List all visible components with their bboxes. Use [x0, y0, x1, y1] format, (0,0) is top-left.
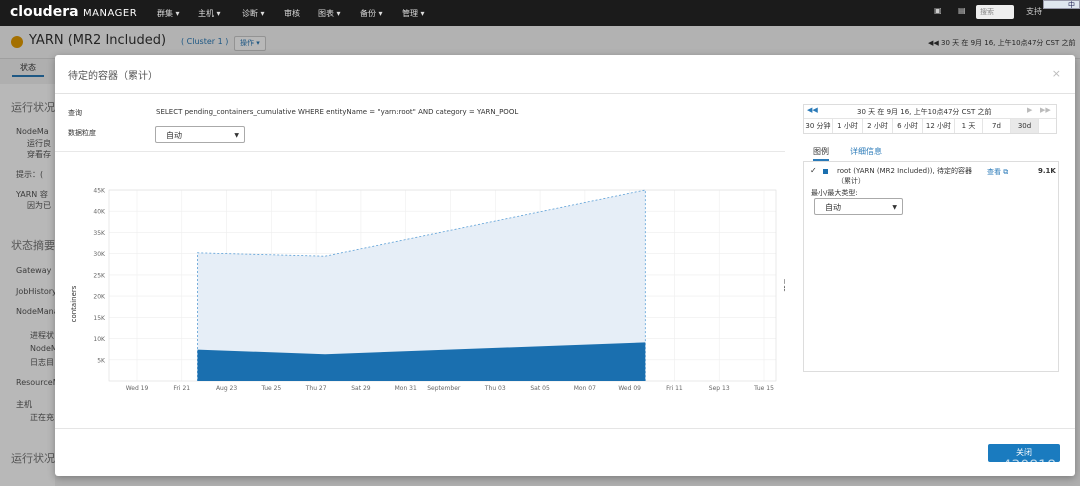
- view-link[interactable]: 查看 ⧉: [987, 167, 1008, 177]
- legend-tabs: 图例 详细信息: [803, 143, 1059, 162]
- x-tick-label: Aug 23: [216, 385, 237, 392]
- next-range-icon[interactable]: ▶: [1027, 106, 1032, 114]
- tasks-icon[interactable]: ▤: [958, 6, 966, 15]
- cloudera-logo[interactable]: cloudera MANAGER: [10, 4, 137, 20]
- y-axis-ticks: 45K 40K 35K 30K 25K 20K 15K 10K 5K: [93, 188, 106, 365]
- support-menu[interactable]: 支持: [1026, 6, 1042, 17]
- range-12h[interactable]: 12 小时: [923, 119, 955, 133]
- range-1d[interactable]: 1 天: [955, 119, 983, 133]
- x-tick-label: Sat 05: [530, 385, 550, 392]
- x-tick-label: Thu 27: [305, 385, 327, 392]
- granularity-select[interactable]: 自动 ▼: [155, 126, 245, 143]
- time-navigator: ◀◀ 30 天 在 9月 16, 上午10点47分 CST 之前 ▶ ▶▶ 30…: [803, 104, 1057, 134]
- y-tick-label: 25K: [93, 272, 106, 279]
- y-tick-label: 10K: [93, 336, 106, 343]
- range-2h[interactable]: 2 小时: [863, 119, 893, 133]
- tab-legend[interactable]: 图例: [813, 146, 829, 161]
- modal-title: 待定的容器（累计）: [68, 71, 158, 82]
- nav-hosts[interactable]: 主机 ▾: [198, 8, 221, 19]
- chevron-down-icon: ▼: [892, 204, 897, 211]
- time-range-buttons: 30 分钟 1 小时 2 小时 6 小时 12 小时 1 天 7d 30d: [804, 119, 1056, 133]
- nav-charts[interactable]: 图表 ▾: [318, 8, 341, 19]
- nav-diagnostics[interactable]: 诊断 ▾: [242, 8, 265, 19]
- minmax-label: 最小/最大类型:: [811, 189, 858, 197]
- footer-divider: [55, 428, 1075, 429]
- prev-range-icon[interactable]: ◀◀: [807, 106, 818, 114]
- x-tick-label: Mon 07: [574, 385, 596, 392]
- nav-admin[interactable]: 管理 ▾: [402, 8, 425, 19]
- query-label: 查询: [68, 109, 82, 117]
- range-1h[interactable]: 1 小时: [833, 119, 863, 133]
- minmax-select[interactable]: 自动 ▼: [814, 198, 903, 215]
- y-tick-label: 35K: [93, 230, 106, 237]
- briefcase-icon[interactable]: ▣: [934, 6, 942, 15]
- ime-indicator: 中: [1043, 0, 1080, 9]
- x-tick-label: Fri 11: [666, 385, 683, 392]
- pending-containers-chart: 45K 40K 35K 30K 25K 20K 15K 10K 5K Wed 19 Fri 21 A…: [70, 188, 785, 393]
- y-tick-label: 5K: [97, 357, 106, 364]
- y-tick-label: 30K: [93, 251, 106, 258]
- legend-panel: ✓ root (YARN (MR2 Included)), 待定的容器（累计） …: [803, 161, 1059, 372]
- x-tick-label: September: [427, 385, 461, 392]
- checkmark-icon[interactable]: ✓: [810, 166, 817, 175]
- series-swatch: [823, 169, 828, 174]
- nav-clusters[interactable]: 群集 ▾: [157, 8, 180, 19]
- y-tick-label: 15K: [93, 315, 106, 322]
- chevron-down-icon: ▼: [234, 132, 239, 139]
- query-text: SELECT pending_containers_cumulative WHE…: [156, 108, 519, 116]
- time-navigator-label: 30 天 在 9月 16, 上午10点47分 CST 之前: [857, 108, 992, 116]
- search-input[interactable]: 搜索: [976, 5, 1014, 19]
- x-tick-label: Tue 15: [753, 385, 774, 392]
- series-name: root (YARN (MR2 Included)), 待定的容器（累计）: [837, 167, 972, 185]
- close-icon[interactable]: ×: [1052, 67, 1061, 80]
- x-tick-label: Mon 31: [395, 385, 417, 392]
- x-tick-label: Tue 25: [260, 385, 281, 392]
- top-nav-bar: cloudera MANAGER 群集 ▾ 主机 ▾ 诊断 ▾ 审核 图表 ▾ …: [0, 0, 1080, 26]
- modal-header: 待定的容器（累计） ×: [55, 55, 1075, 94]
- range-30d[interactable]: 30d: [1011, 119, 1039, 133]
- latest-range-icon[interactable]: ▶▶: [1040, 106, 1051, 114]
- chart-modal: 待定的容器（累计） × 查询 SELECT pending_containers…: [55, 55, 1075, 476]
- x-axis-ticks: Wed 19 Fri 21 Aug 23 Tue 25 Thu 27 Sat 29 Mon …: [126, 385, 774, 392]
- range-30m[interactable]: 30 分钟: [804, 119, 833, 133]
- granularity-label: 数据粒度: [68, 129, 96, 137]
- x-tick-label: Wed 19: [126, 385, 149, 392]
- y-tick-label: 40K: [93, 209, 106, 216]
- time-navigator-header: ◀◀ 30 天 在 9月 16, 上午10点47分 CST 之前 ▶ ▶▶: [804, 105, 1056, 119]
- x-tick-label: Sat 29: [351, 385, 371, 392]
- tab-details[interactable]: 详细信息: [850, 146, 882, 157]
- y-axis-label: containers: [70, 285, 78, 322]
- x-tick-label: Wed 09: [618, 385, 641, 392]
- series-value: 9.1K: [1038, 167, 1056, 175]
- y-tick-label: 20K: [93, 294, 106, 301]
- x-tick-label: Sep 13: [709, 385, 730, 392]
- y-tick-label: 45K: [93, 188, 106, 195]
- watermark-text: https://blog.csdn.net/qq_43081842: [828, 458, 1074, 474]
- x-tick-label: Fri 21: [173, 385, 190, 392]
- divider: [55, 151, 785, 152]
- range-7d[interactable]: 7d: [983, 119, 1011, 133]
- range-6h[interactable]: 6 小时: [893, 119, 923, 133]
- y2-axis-label: 容器: [783, 278, 785, 292]
- nav-audits[interactable]: 审核: [284, 8, 300, 19]
- x-tick-label: Thu 03: [484, 385, 506, 392]
- nav-backup[interactable]: 备份 ▾: [360, 8, 383, 19]
